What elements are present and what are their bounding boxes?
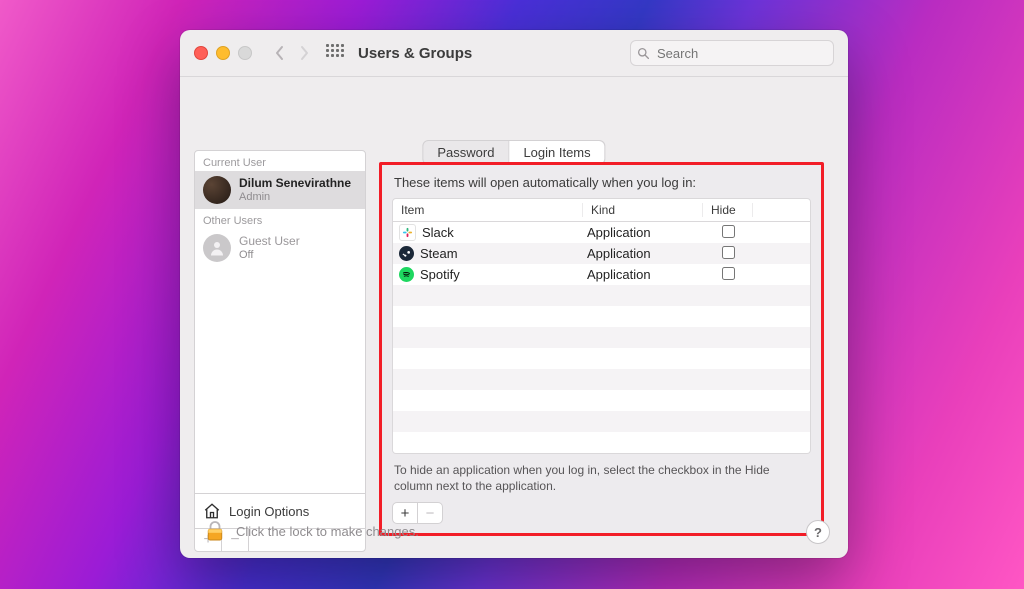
panel-heading: These items will open automatically when…: [394, 175, 811, 190]
zoom-window-button[interactable]: [238, 46, 252, 60]
remove-item-button[interactable]: −: [417, 503, 442, 523]
sidebar-section-other: Other Users: [195, 209, 365, 229]
help-button[interactable]: ?: [806, 520, 830, 544]
item-name: Steam: [420, 246, 458, 261]
close-window-button[interactable]: [194, 46, 208, 60]
panel-hint: To hide an application when you log in, …: [394, 462, 809, 494]
col-kind[interactable]: Kind: [583, 203, 703, 217]
col-item[interactable]: Item: [393, 203, 583, 217]
nav-buttons: [270, 41, 314, 65]
table-row[interactable]: Steam Application: [393, 243, 810, 264]
item-kind: Application: [583, 267, 703, 282]
item-name: Spotify: [420, 267, 460, 282]
lock-icon: [206, 520, 224, 542]
search-field[interactable]: [630, 40, 834, 66]
forward-button[interactable]: [294, 41, 314, 65]
login-options-label: Login Options: [229, 504, 309, 519]
back-button[interactable]: [270, 41, 290, 65]
slack-icon: [399, 224, 416, 241]
tab-login-items[interactable]: Login Items: [508, 141, 604, 164]
table-row[interactable]: Spotify Application: [393, 264, 810, 285]
table-header: Item Kind Hide: [393, 199, 810, 222]
hide-checkbox[interactable]: [722, 267, 735, 280]
avatar: [203, 176, 231, 204]
titlebar: Users & Groups: [180, 30, 848, 77]
search-input[interactable]: [655, 45, 827, 62]
lock-text: Click the lock to make changes.: [236, 524, 419, 539]
home-icon: [203, 502, 221, 520]
spotify-icon: [399, 267, 414, 282]
table-row[interactable]: Slack Application: [393, 222, 810, 243]
login-items-panel: These items will open automatically when…: [379, 162, 824, 536]
item-kind: Application: [583, 225, 703, 240]
avatar: [203, 234, 231, 262]
hide-checkbox[interactable]: [722, 246, 735, 259]
current-user-name: Dilum Senevirathne: [239, 177, 351, 191]
window-controls: [194, 46, 252, 60]
current-user-role: Admin: [239, 191, 351, 204]
lock-row[interactable]: Click the lock to make changes.: [206, 520, 419, 542]
col-hide[interactable]: Hide: [703, 203, 753, 217]
login-items-table: Item Kind Hide Slack Application Steam Appl…: [392, 198, 811, 454]
guest-user-role: Off: [239, 249, 300, 262]
hide-checkbox[interactable]: [722, 225, 735, 238]
preferences-window: Users & Groups Password Login Items Curr…: [180, 30, 848, 558]
item-name: Slack: [422, 225, 454, 240]
window-title: Users & Groups: [358, 45, 472, 62]
sidebar-current-user[interactable]: Dilum Senevirathne Admin: [195, 171, 365, 209]
minimize-window-button[interactable]: [216, 46, 230, 60]
sidebar-guest-user[interactable]: Guest User Off: [195, 229, 365, 267]
tab-password[interactable]: Password: [423, 141, 508, 164]
user-sidebar: Current User Dilum Senevirathne Admin Ot…: [194, 150, 366, 552]
sidebar-section-current: Current User: [195, 151, 365, 171]
show-all-icon[interactable]: [326, 44, 344, 62]
guest-user-name: Guest User: [239, 235, 300, 249]
item-kind: Application: [583, 246, 703, 261]
steam-icon: [399, 246, 414, 261]
search-icon: [637, 47, 650, 60]
